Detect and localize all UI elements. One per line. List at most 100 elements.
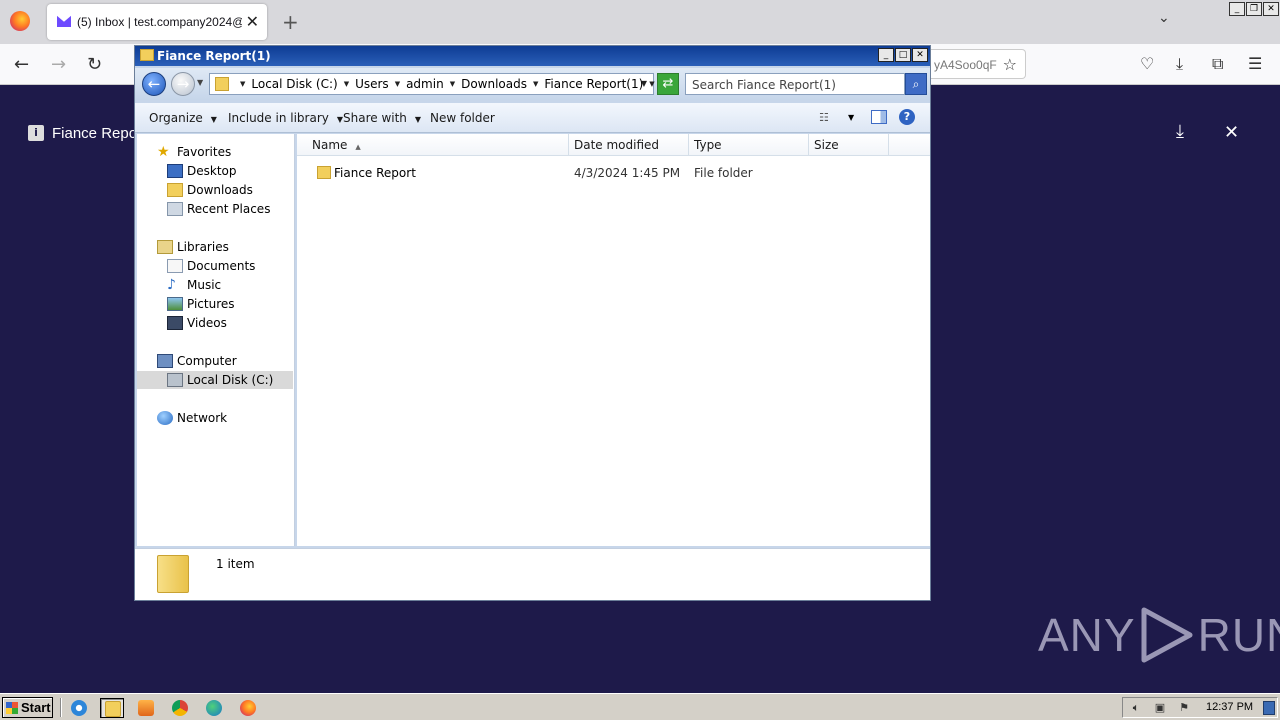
- extensions-icon[interactable]: ⧉: [1212, 54, 1223, 74]
- menu-hamburger-icon[interactable]: ☰: [1248, 54, 1262, 73]
- media-player-taskbar-icon[interactable]: [134, 698, 158, 718]
- nav-item-libraries[interactable]: Libraries: [157, 238, 229, 256]
- column-header-type[interactable]: Type: [689, 134, 809, 156]
- edge-taskbar-icon[interactable]: [202, 698, 226, 718]
- back-arrow-icon[interactable]: ←: [142, 72, 166, 96]
- nav-item-network[interactable]: Network: [157, 409, 227, 427]
- nav-item-downloads[interactable]: Downloads: [167, 181, 253, 199]
- chrome-taskbar-icon[interactable]: [168, 698, 192, 718]
- address-history-dropdown-icon[interactable]: ▼: [641, 79, 647, 88]
- new-folder-button[interactable]: New folder: [430, 111, 495, 125]
- nav-item-label: Network: [177, 411, 228, 425]
- search-icon[interactable]: ⌕: [905, 73, 927, 95]
- breadcrumb-item[interactable]: Fiance Report(1): [544, 77, 643, 91]
- refresh-icon[interactable]: ⇄: [657, 73, 679, 95]
- internet-explorer-icon: [71, 700, 87, 716]
- firefox-icon: [240, 700, 256, 716]
- include-in-library-button[interactable]: Include in library ▼: [228, 111, 343, 125]
- change-view-icon[interactable]: ☷: [819, 111, 835, 125]
- breadcrumb-item[interactable]: Downloads: [461, 77, 527, 91]
- nav-item-videos[interactable]: Videos: [167, 314, 227, 332]
- documents-icon: [167, 259, 183, 273]
- start-button[interactable]: Start: [2, 697, 53, 718]
- breadcrumb-separator-icon[interactable]: ▼: [527, 80, 544, 88]
- taskbar-separator: [60, 698, 62, 717]
- nav-item-computer[interactable]: Computer: [157, 352, 237, 370]
- search-input[interactable]: Search Fiance Report(1): [685, 73, 905, 95]
- nav-item-local-disk[interactable]: Local Disk (C:): [137, 371, 293, 389]
- close-tab-icon[interactable]: ✕: [246, 12, 259, 31]
- column-header-date-modified[interactable]: Date modified: [569, 134, 689, 156]
- organize-button[interactable]: Organize ▼: [149, 111, 217, 125]
- nav-item-label: Pictures: [187, 297, 235, 311]
- network-status-icon[interactable]: ▣: [1153, 701, 1167, 715]
- taskbar-clock[interactable]: 12:37 PM: [1206, 701, 1253, 713]
- download-icon[interactable]: ⤓: [1176, 121, 1184, 142]
- libraries-icon: [157, 240, 173, 254]
- volume-icon[interactable]: 🔈︎: [1129, 701, 1143, 715]
- item-count: 1 item: [216, 557, 255, 571]
- breadcrumb-item[interactable]: admin: [406, 77, 444, 91]
- url-bar[interactable]: yA4Soo0qF ☆: [928, 49, 1026, 79]
- sort-ascending-icon: ▲: [355, 143, 361, 151]
- breadcrumb-separator-icon[interactable]: ▼: [338, 80, 355, 88]
- column-header-name[interactable]: Name ▲: [297, 134, 569, 156]
- organize-label: Organize: [149, 111, 203, 125]
- nav-item-music[interactable]: ♪ Music: [167, 276, 221, 294]
- nav-item-documents[interactable]: Documents: [167, 257, 255, 275]
- show-desktop-icon[interactable]: [1263, 701, 1275, 715]
- bookmark-star-icon[interactable]: ☆: [1003, 55, 1017, 74]
- browser-tab-strip: (5) Inbox | test.company2024@pr ✕ + ⌄ _ …: [0, 0, 1280, 44]
- help-icon[interactable]: ?: [899, 109, 915, 125]
- explorer-title-bar[interactable]: Fiance Report(1) _ □ ✕: [135, 46, 930, 66]
- drive-icon: [167, 373, 183, 387]
- pocket-icon[interactable]: ♡: [1140, 54, 1154, 73]
- explorer-taskbar-icon[interactable]: [100, 698, 124, 718]
- close-window-icon[interactable]: ✕: [1263, 2, 1279, 16]
- list-all-tabs-icon[interactable]: ⌄: [1158, 10, 1170, 26]
- nav-item-recent-places[interactable]: Recent Places: [167, 200, 270, 218]
- forward-arrow-icon[interactable]: →: [51, 54, 66, 75]
- nav-item-desktop[interactable]: Desktop: [167, 162, 237, 180]
- share-with-button[interactable]: Share with ▼: [343, 111, 421, 125]
- breadcrumb-separator-icon[interactable]: ▼: [234, 80, 251, 88]
- close-window-icon[interactable]: ✕: [912, 48, 928, 62]
- nav-item-pictures[interactable]: Pictures: [167, 295, 235, 313]
- folder-icon: [215, 77, 229, 91]
- address-bar[interactable]: ▼ Local Disk (C:) ▼ Users ▼ admin ▼ Down…: [209, 73, 655, 95]
- minimize-icon[interactable]: _: [878, 48, 894, 62]
- chevron-down-icon: ▼: [210, 115, 217, 124]
- breadcrumb-separator-icon[interactable]: ▼: [444, 80, 461, 88]
- recent-pages-dropdown-icon[interactable]: ▼: [197, 78, 203, 87]
- nav-item-favorites[interactable]: ★ Favorites: [157, 143, 231, 161]
- reload-icon[interactable]: ↻: [87, 54, 102, 75]
- forward-arrow-icon[interactable]: →: [171, 72, 195, 96]
- maximize-icon[interactable]: □: [895, 48, 911, 62]
- preview-pane-icon[interactable]: [871, 110, 887, 124]
- address-row: ← → ▼ ▼ Local Disk (C:) ▼ Users ▼ admin …: [135, 68, 930, 100]
- command-bar: Organize ▼ Include in library ▼ Share with…: [135, 103, 930, 133]
- minimize-icon[interactable]: _: [1229, 2, 1245, 16]
- file-name: Fiance Report: [334, 166, 416, 180]
- breadcrumb-item[interactable]: Users: [355, 77, 389, 91]
- include-in-library-label: Include in library: [228, 111, 329, 125]
- internet-explorer-taskbar-icon[interactable]: [67, 698, 91, 718]
- windows-logo-icon: [6, 702, 18, 714]
- downloads-folder-icon: [167, 183, 183, 197]
- breadcrumb-item[interactable]: Local Disk (C:): [251, 77, 337, 91]
- back-arrow-icon[interactable]: ←: [14, 54, 29, 75]
- file-type: File folder: [694, 166, 753, 180]
- chevron-down-icon[interactable]: ▼: [848, 113, 854, 122]
- firefox-taskbar-icon[interactable]: [236, 698, 260, 718]
- close-icon[interactable]: ✕: [1224, 122, 1239, 143]
- new-tab-icon[interactable]: +: [282, 10, 299, 34]
- browser-tab-inbox[interactable]: (5) Inbox | test.company2024@pr ✕: [47, 4, 267, 40]
- breadcrumb-separator-icon[interactable]: ▼: [389, 80, 406, 88]
- firefox-logo-icon[interactable]: [10, 11, 30, 31]
- action-center-flag-icon[interactable]: ⚑: [1177, 701, 1191, 715]
- column-header-size[interactable]: Size: [809, 134, 889, 156]
- file-row[interactable]: Fiance Report 4/3/2024 1:45 PM File fold…: [297, 164, 930, 182]
- browser-window-controls: _ ❐ ✕: [1229, 2, 1279, 16]
- restore-icon[interactable]: ❐: [1246, 2, 1262, 16]
- downloads-icon[interactable]: ⤓: [1176, 54, 1183, 74]
